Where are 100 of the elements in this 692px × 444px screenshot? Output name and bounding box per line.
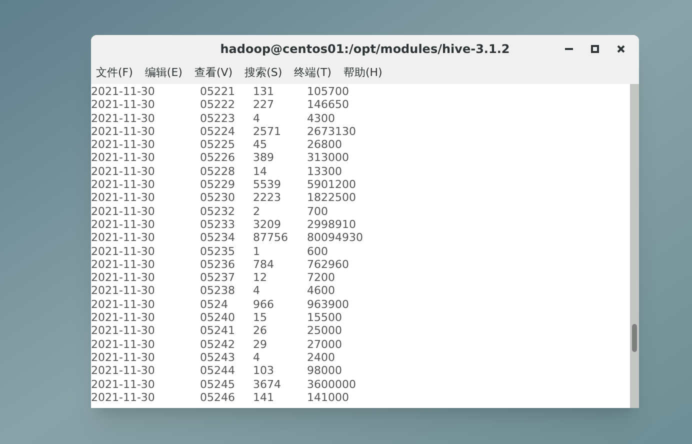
menu-item[interactable]: 搜索(S) [244, 64, 282, 82]
amount-text: 105700 [307, 85, 350, 98]
count-text: 4 [253, 284, 261, 298]
count-text: 3674 [253, 378, 282, 391]
code-text: 05244 [200, 364, 236, 378]
date-text: 2021-11-30 [91, 311, 156, 324]
code-text: 05230 [200, 191, 236, 205]
amount-text: 13300 [307, 164, 343, 178]
amount-text: 7200 [307, 271, 336, 284]
date-text: 2021-11-30 [91, 271, 156, 284]
code-text: 05236 [200, 258, 236, 272]
date-text: 2021-11-30 [91, 350, 156, 364]
date-text: 2021-11-30 [91, 164, 156, 178]
count-text: 389 [253, 151, 275, 165]
code-text: 05245 [200, 378, 236, 391]
code-text: 05226 [200, 151, 236, 165]
date-text: 2021-11-30 [91, 364, 156, 378]
date-text: 2021-11-30 [91, 231, 156, 245]
date-text: 2021-11-30 [91, 138, 156, 152]
count-text: 87756 [253, 231, 289, 245]
date-text: 2021-11-30 [91, 204, 156, 218]
date-text: 2021-11-30 [91, 124, 156, 138]
count-text: 1 [253, 244, 261, 258]
amount-text: 15500 [307, 311, 343, 324]
menu-item[interactable]: 终端(T) [294, 64, 332, 82]
count-text: 5539 [253, 178, 282, 192]
scrollbar-thumb[interactable] [632, 324, 637, 352]
count-text: 103 [253, 364, 275, 378]
amount-text: 5901200 [307, 178, 357, 192]
amount-text: 963900 [307, 298, 350, 312]
date-text: 2021-11-30 [91, 112, 156, 125]
date-text: 2021-11-30 [91, 284, 156, 298]
code-text: 05233 [200, 218, 236, 232]
amount-text: 3600000 [307, 378, 357, 391]
date-text: 2021-11-30 [91, 218, 156, 232]
amount-text: 700 [307, 204, 329, 218]
amount-text: 98000 [307, 364, 343, 378]
count-text: 2571 [253, 124, 282, 138]
date-text: 2021-11-30 [91, 390, 156, 404]
count-text: 45 [253, 138, 268, 152]
amount-text: 2673130 [307, 124, 357, 138]
amount-text: 27000 [307, 338, 343, 351]
count-text: 2 [253, 204, 261, 218]
count-text: 141 [253, 390, 275, 404]
count-text: 14 [253, 164, 268, 178]
amount-text: 1822500 [307, 191, 357, 205]
amount-text: 313000 [307, 151, 350, 165]
scrollbar[interactable] [630, 84, 639, 408]
menu-item[interactable]: 查看(V) [194, 64, 233, 82]
date-text: 2021-11-30 [91, 378, 156, 391]
code-text: 05240 [200, 311, 236, 324]
count-text: 15 [253, 311, 268, 324]
code-text: 05228 [200, 164, 236, 178]
date-text: 2021-11-30 [91, 258, 156, 272]
close-icon [617, 44, 625, 52]
minimize-icon [565, 48, 573, 50]
code-text: 05229 [200, 178, 236, 192]
amount-text: 2998910 [307, 218, 357, 232]
date-text: 2021-11-30 [91, 298, 156, 312]
maximize-icon [591, 44, 599, 52]
menu-item[interactable]: 帮助(H) [343, 64, 382, 82]
code-text: 05223 [200, 112, 236, 125]
date-text: 2021-11-30 [91, 151, 156, 165]
code-text: 05242 [200, 338, 236, 351]
code-text: 05234 [200, 231, 236, 245]
amount-text: 80094930 [307, 231, 364, 245]
count-text: 784 [253, 258, 275, 272]
date-text: 2021-11-30 [91, 98, 156, 112]
code-text: 05237 [200, 271, 236, 284]
code-text: 05221 [200, 85, 236, 98]
date-text: 2021-11-30 [91, 191, 156, 205]
amount-text: 2400 [307, 350, 336, 364]
count-text: 12 [253, 271, 268, 284]
count-text: 3209 [253, 218, 282, 232]
amount-text: 25000 [307, 324, 343, 338]
count-text: 966 [253, 298, 275, 312]
code-text: 05238 [200, 284, 236, 298]
count-text: 4 [253, 112, 261, 125]
menu-item[interactable]: 编辑(E) [144, 64, 182, 82]
date-text: 2021-11-30 [91, 338, 156, 351]
amount-text: 4600 [307, 284, 336, 298]
amount-text: 600 [307, 244, 329, 258]
count-text: 26 [253, 324, 268, 338]
count-text: 131 [253, 85, 275, 98]
code-text: 05224 [200, 124, 236, 138]
code-text: 05243 [200, 350, 236, 364]
code-text: 05235 [200, 244, 236, 258]
code-text: 05232 [200, 204, 236, 218]
code-text: 05241 [200, 324, 236, 338]
window-title: hadoop@centos01:/opt/modules/hive-3.1.2 [220, 40, 510, 58]
code-text: 0524 [200, 298, 229, 312]
date-text: 2021-11-30 [91, 324, 156, 338]
amount-text: 141000 [307, 390, 350, 404]
count-text: 227 [253, 98, 275, 112]
date-text: 2021-11-30 [91, 244, 156, 258]
count-text: 4 [253, 350, 261, 364]
code-text: 05246 [200, 390, 236, 404]
amount-text: 26800 [307, 138, 343, 152]
count-text: 2223 [253, 191, 282, 205]
menu-item[interactable]: 文件(F) [96, 64, 133, 82]
